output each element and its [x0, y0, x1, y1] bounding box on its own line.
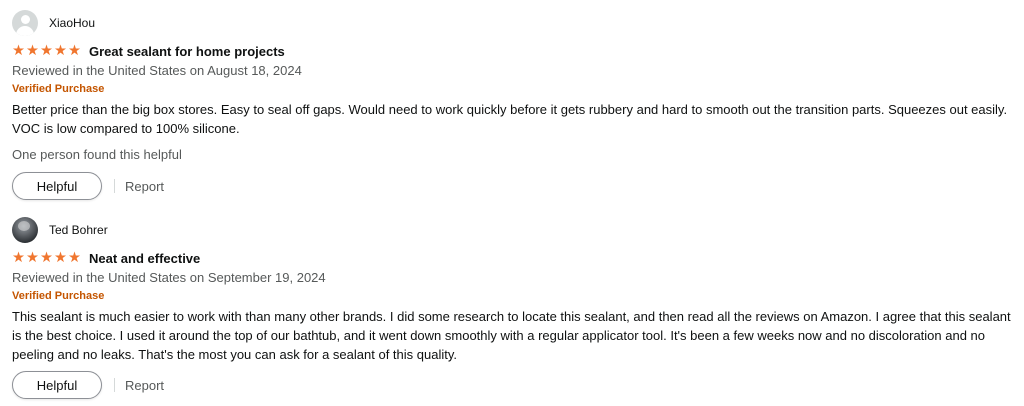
divider	[114, 378, 115, 392]
profile-name[interactable]: XiaoHou	[49, 16, 95, 30]
star-icon: ★	[12, 43, 25, 59]
star-rating[interactable]: ★ ★ ★ ★ ★	[12, 250, 81, 266]
helpful-count: One person found this helpful	[12, 147, 182, 162]
profile-photo	[12, 217, 38, 243]
report-link[interactable]: Report	[125, 179, 164, 194]
helpful-button[interactable]: Helpful	[12, 371, 102, 399]
star-rating[interactable]: ★ ★ ★ ★ ★	[12, 43, 81, 59]
star-icon: ★	[54, 43, 67, 59]
default-profile-icon	[12, 10, 38, 36]
star-icon: ★	[68, 250, 81, 266]
star-icon: ★	[68, 43, 81, 59]
review-body: This sealant is much easier to work with…	[12, 309, 1011, 362]
divider	[114, 179, 115, 193]
report-link[interactable]: Report	[125, 378, 164, 393]
review-2: Ted Bohrer ★ ★ ★ ★ ★ Neat and effective …	[12, 217, 1012, 399]
star-icon: ★	[40, 43, 53, 59]
star-icon: ★	[12, 250, 25, 266]
star-icon: ★	[26, 250, 39, 266]
star-icon: ★	[54, 250, 67, 266]
review-date: Reviewed in the United States on Septemb…	[12, 270, 326, 285]
review-1: XiaoHou ★ ★ ★ ★ ★ Great sealant for home…	[12, 10, 1012, 200]
review-title[interactable]: Neat and effective	[89, 251, 200, 266]
verified-purchase-badge: Verified Purchase	[12, 290, 105, 302]
review-title[interactable]: Great sealant for home projects	[89, 44, 285, 59]
review-profile[interactable]: XiaoHou	[12, 10, 1012, 36]
verified-purchase-badge: Verified Purchase	[12, 83, 105, 95]
review-profile[interactable]: Ted Bohrer	[12, 217, 1012, 243]
helpful-button[interactable]: Helpful	[12, 172, 102, 200]
profile-name[interactable]: Ted Bohrer	[49, 223, 108, 237]
review-date: Reviewed in the United States on August …	[12, 63, 302, 78]
star-icon: ★	[26, 43, 39, 59]
star-icon: ★	[40, 250, 53, 266]
review-body: Better price than the big box stores. Ea…	[12, 102, 1008, 136]
